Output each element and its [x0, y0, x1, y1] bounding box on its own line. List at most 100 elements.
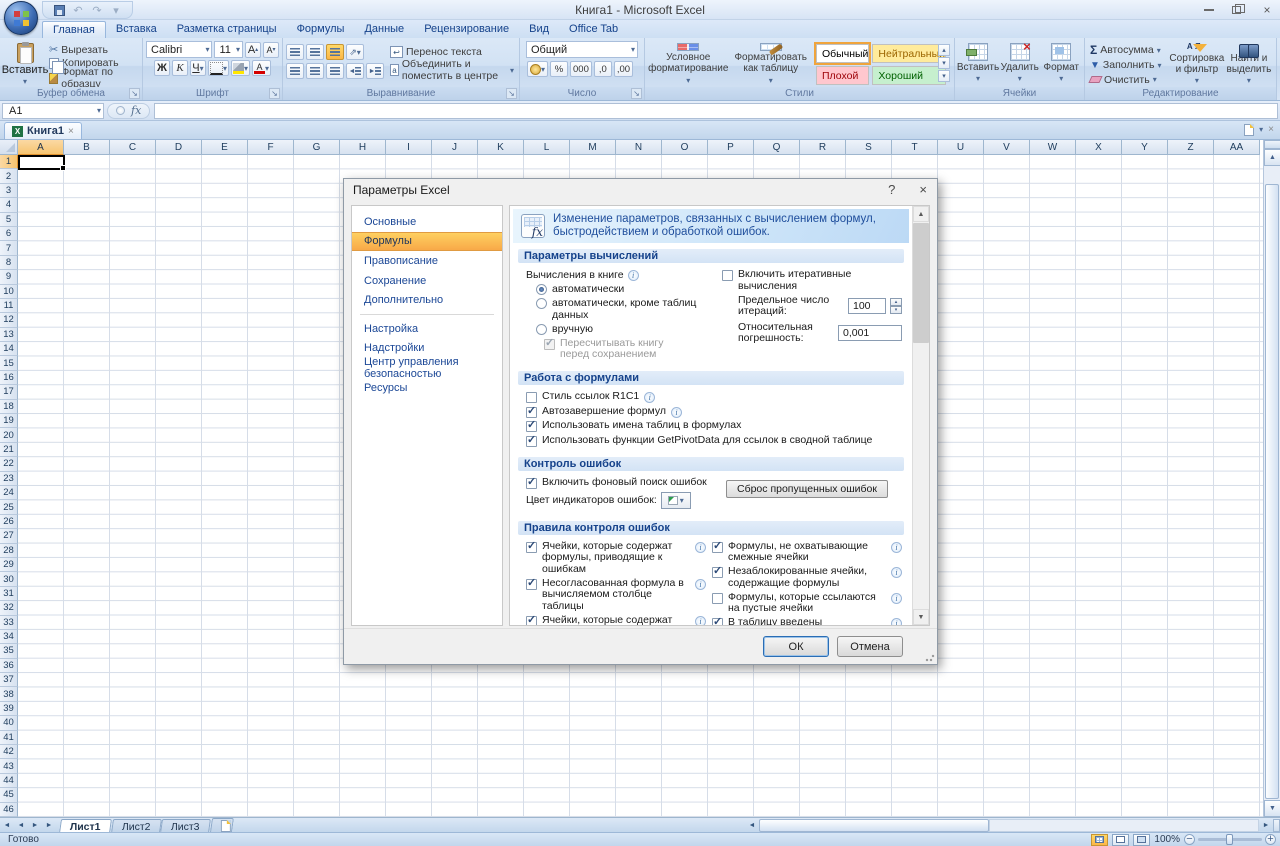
- checkbox-option[interactable]: Автозавершение формулi: [526, 406, 902, 418]
- row-header[interactable]: 40: [0, 716, 18, 730]
- row-header[interactable]: 36: [0, 659, 18, 673]
- column-header[interactable]: F: [248, 140, 294, 155]
- column-header[interactable]: D: [156, 140, 202, 155]
- resize-grip[interactable]: [925, 652, 935, 662]
- font-color-button[interactable]: А ▾: [252, 60, 271, 76]
- merge-center-button[interactable]: a Объединить и поместить в центре ▾: [388, 63, 516, 77]
- column-header[interactable]: W: [1030, 140, 1076, 155]
- row-header[interactable]: 4: [0, 198, 18, 212]
- office-button[interactable]: [4, 1, 38, 35]
- gallery-up-button[interactable]: ▴: [938, 44, 950, 56]
- ribbon-tab[interactable]: Формулы: [287, 21, 355, 38]
- row-header[interactable]: 3: [0, 184, 18, 198]
- checkbox-option[interactable]: В таблицу введены недопустимые данныеi: [712, 617, 902, 625]
- scroll-thumb[interactable]: [1265, 184, 1279, 799]
- fill-color-button[interactable]: ▾: [231, 60, 250, 76]
- column-header[interactable]: O: [662, 140, 708, 155]
- ribbon-tab[interactable]: Разметка страницы: [167, 21, 287, 38]
- align-center-button[interactable]: [306, 63, 324, 79]
- delete-cells-button[interactable]: Удалить ▾: [1000, 40, 1040, 86]
- tab-split-handle[interactable]: [1273, 819, 1280, 832]
- shrink-font-button[interactable]: А▾: [263, 42, 279, 58]
- checkbox-option[interactable]: Несогласованная формула в вычисляемом ст…: [526, 578, 708, 613]
- column-header[interactable]: G: [294, 140, 340, 155]
- options-category[interactable]: Сохранение: [352, 271, 502, 291]
- row-header[interactable]: 11: [0, 299, 18, 313]
- align-top-button[interactable]: [286, 44, 304, 60]
- max-change-input[interactable]: 0,001: [838, 325, 902, 341]
- zoom-in-button[interactable]: +: [1265, 834, 1276, 845]
- row-header[interactable]: 16: [0, 371, 18, 385]
- zoom-track[interactable]: [1198, 838, 1262, 841]
- iterative-calc-checkbox[interactable]: Включить итеративные вычисления: [722, 269, 902, 292]
- insert-sheet-tab[interactable]: [210, 818, 234, 832]
- vertical-scrollbar[interactable]: ▲ ▼: [1263, 140, 1280, 817]
- last-sheet-button[interactable]: ►: [42, 819, 56, 832]
- checkbox-option[interactable]: Стиль ссылок R1C1i: [526, 391, 902, 403]
- cell-style-option[interactable]: Плохой: [816, 66, 869, 85]
- ok-button[interactable]: ОК: [763, 636, 829, 657]
- align-left-button[interactable]: [286, 63, 304, 79]
- ribbon-tab[interactable]: Office Tab: [559, 21, 628, 38]
- ribbon-tab[interactable]: Рецензирование: [414, 21, 519, 38]
- column-header[interactable]: B: [64, 140, 110, 155]
- dialog-launcher-icon[interactable]: ↘: [129, 88, 140, 99]
- orientation-button[interactable]: ⇗▾: [346, 44, 364, 60]
- dialog-title-bar[interactable]: Параметры Excel: [344, 179, 937, 201]
- row-header[interactable]: 8: [0, 256, 18, 270]
- qat-customize-button[interactable]: ▾: [108, 3, 124, 18]
- column-header[interactable]: T: [892, 140, 938, 155]
- ribbon-tab[interactable]: Главная: [42, 21, 106, 38]
- chevron-down-icon[interactable]: ▾: [1259, 125, 1263, 134]
- max-iterations-input[interactable]: 100: [848, 298, 886, 314]
- dialog-scroll-thumb[interactable]: [913, 223, 929, 343]
- align-right-button[interactable]: [326, 63, 344, 79]
- radio-option[interactable]: автоматически, кроме таблиц данных: [536, 298, 718, 321]
- row-header[interactable]: 29: [0, 558, 18, 572]
- checkbox-option[interactable]: Использовать функции GetPivotData для сс…: [526, 435, 902, 447]
- indicator-color-dropdown[interactable]: ▾: [661, 492, 691, 509]
- document-tab[interactable]: Книга1 ×: [4, 122, 82, 139]
- gallery-more-button[interactable]: ▾: [938, 70, 950, 82]
- underline-button[interactable]: Ч ▾: [190, 60, 206, 76]
- bar-close-icon[interactable]: ×: [1268, 124, 1274, 135]
- comma-button[interactable]: 000: [570, 61, 592, 77]
- column-header[interactable]: S: [846, 140, 892, 155]
- cell-style-option[interactable]: Нейтральный: [872, 44, 946, 63]
- sheet-tab[interactable]: Лист3: [160, 819, 211, 833]
- find-select-button[interactable]: Найти и выделить ▾: [1225, 40, 1273, 86]
- percent-button[interactable]: %: [550, 61, 568, 77]
- spin-up-icon[interactable]: ▴: [890, 298, 902, 306]
- zoom-slider[interactable]: − +: [1184, 834, 1276, 845]
- font-family-combo[interactable]: Calibri ▾: [146, 41, 212, 58]
- row-header[interactable]: 34: [0, 630, 18, 644]
- wrap-text-button[interactable]: ↩ Перенос текста: [388, 45, 516, 59]
- checkbox-option[interactable]: Ячейки, которые содержат годы, представл…: [526, 615, 708, 626]
- font-size-combo[interactable]: 11 ▾: [214, 41, 243, 58]
- name-box[interactable]: A1 ▾: [2, 103, 104, 119]
- radio-option[interactable]: автоматически: [536, 284, 718, 296]
- column-header[interactable]: P: [708, 140, 754, 155]
- dialog-launcher-icon[interactable]: ↘: [269, 88, 280, 99]
- horizontal-scrollbar[interactable]: ◄ ►: [745, 818, 1280, 833]
- zoom-level[interactable]: 100%: [1154, 834, 1180, 845]
- options-category[interactable]: Ресурсы: [352, 378, 502, 398]
- dialog-close-button[interactable]: ×: [919, 182, 927, 197]
- zoom-thumb[interactable]: [1226, 834, 1233, 845]
- cell-style-option[interactable]: Хороший: [872, 66, 946, 85]
- row-header[interactable]: 28: [0, 544, 18, 558]
- column-header[interactable]: Z: [1168, 140, 1214, 155]
- checkbox-option[interactable]: Формулы, которые ссылаются на пустые яче…: [712, 592, 902, 615]
- column-header[interactable]: N: [616, 140, 662, 155]
- row-header[interactable]: 24: [0, 486, 18, 500]
- format-as-table-button[interactable]: Форматировать как таблицу ▾: [731, 40, 812, 86]
- row-header[interactable]: 32: [0, 601, 18, 615]
- first-sheet-button[interactable]: ◄: [0, 819, 14, 832]
- checkbox-option[interactable]: Формулы, не охватывающие смежные ячейкиi: [712, 541, 902, 564]
- autosum-button[interactable]: Σ Автосумма ▾: [1088, 43, 1169, 57]
- dialog-scroll-down[interactable]: ▼: [913, 609, 929, 625]
- prev-sheet-button[interactable]: ◄: [14, 819, 28, 832]
- ribbon-tab[interactable]: Вставка: [106, 21, 167, 38]
- row-header[interactable]: 15: [0, 356, 18, 370]
- fill-button[interactable]: ▼ Заполнить ▾: [1088, 59, 1169, 72]
